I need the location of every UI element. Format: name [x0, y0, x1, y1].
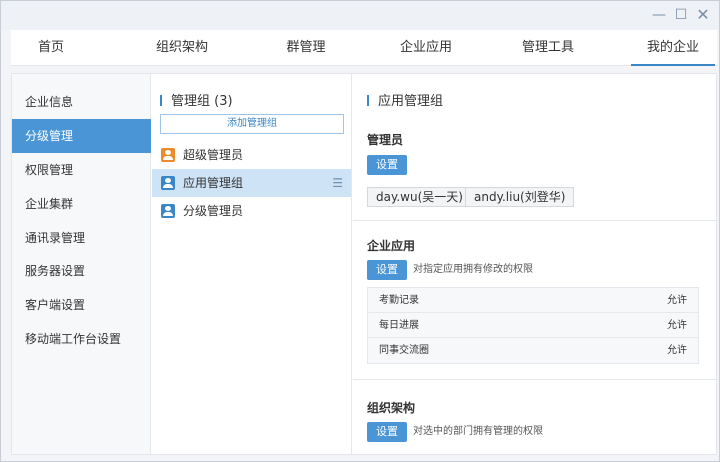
- tab-admin-tools[interactable]: 管理工具: [503, 30, 593, 66]
- group-user-icon: [161, 204, 175, 218]
- top-nav: 首页 组织架构 群管理 企业应用 管理工具 我的企业: [11, 30, 717, 66]
- title-bar: — ☐ ✕: [1, 1, 719, 30]
- header-accent-bar: [367, 95, 369, 106]
- maximize-icon[interactable]: ☐: [671, 6, 691, 24]
- sidebar-item-enterprise-cluster[interactable]: 企业集群: [12, 187, 151, 221]
- tab-home[interactable]: 首页: [21, 30, 81, 66]
- table-row: 每日进展 允许: [368, 313, 698, 338]
- app-name: 每日进展: [379, 320, 419, 331]
- group-item-tier-admin[interactable]: 分级管理员: [152, 197, 351, 225]
- group-item-label: 分级管理员: [183, 204, 244, 218]
- section-divider: [353, 220, 716, 221]
- section-divider: [353, 379, 716, 380]
- tab-my-enterprise[interactable]: 我的企业: [631, 30, 715, 66]
- sidebar: 企业信息 分级管理 权限管理 企业集群 通讯录管理 服务器设置 客户端设置 移动…: [12, 74, 151, 454]
- org-set-button[interactable]: 设置: [367, 422, 407, 442]
- app-permission: 允许: [667, 320, 687, 331]
- admin-user-tag[interactable]: andy.liu(刘登华): [465, 187, 575, 207]
- group-item-super-admin[interactable]: 超级管理员: [152, 141, 351, 169]
- tab-enterprise-apps[interactable]: 企业应用: [381, 30, 471, 66]
- group-user-icon: [161, 176, 175, 190]
- apps-set-button[interactable]: 设置: [367, 260, 407, 280]
- header-accent-bar: [160, 95, 162, 106]
- apps-section-title: 企业应用: [367, 239, 416, 253]
- tab-org-structure[interactable]: 组织架构: [137, 30, 227, 66]
- detail-header: 应用管理组: [367, 90, 443, 109]
- tab-group-management[interactable]: 群管理: [261, 30, 351, 66]
- content-area: 企业信息 分级管理 权限管理 企业集群 通讯录管理 服务器设置 客户端设置 移动…: [11, 73, 717, 455]
- table-row: 同事交流圈 允许: [368, 338, 698, 363]
- app-permission-table: 考勤记录 允许 每日进展 允许 同事交流圈 允许: [367, 287, 699, 364]
- detail-title: 应用管理组: [378, 94, 444, 109]
- add-group-button[interactable]: 添加管理组: [160, 114, 344, 134]
- app-window: — ☐ ✕ 首页 组织架构 群管理 企业应用 管理工具 我的企业 企业信息 分级…: [0, 0, 720, 462]
- close-icon[interactable]: ✕: [693, 6, 713, 24]
- sidebar-item-enterprise-info[interactable]: 企业信息: [12, 85, 151, 119]
- group-item-app-admin[interactable]: 应用管理组 ☰: [152, 169, 351, 197]
- admins-section-title: 管理员: [367, 133, 404, 147]
- group-detail-panel: 应用管理组 管理员 设置 day.wu(吴一天) andy.liu(刘登华) 企…: [353, 74, 716, 454]
- org-section-title: 组织架构: [367, 401, 416, 415]
- org-hint-text: 对选中的部门拥有管理的权限: [413, 426, 543, 437]
- group-panel-title: 管理组 (3): [171, 94, 233, 109]
- apps-hint-text: 对指定应用拥有修改的权限: [413, 264, 533, 275]
- app-name: 同事交流圈: [379, 345, 429, 356]
- sidebar-item-server-settings[interactable]: 服务器设置: [12, 254, 151, 288]
- admin-user-tag[interactable]: day.wu(吴一天): [367, 187, 472, 207]
- app-name: 考勤记录: [379, 295, 419, 306]
- admin-user-icon: [161, 148, 175, 162]
- menu-icon[interactable]: ☰: [332, 169, 343, 197]
- sidebar-item-mobile-workbench[interactable]: 移动端工作台设置: [12, 322, 151, 356]
- admin-group-panel: 管理组 (3) 添加管理组 超级管理员 应用管理组 ☰ 分级管理员: [152, 74, 352, 454]
- group-item-label: 超级管理员: [183, 148, 244, 162]
- app-permission: 允许: [667, 295, 687, 306]
- admins-set-button[interactable]: 设置: [367, 155, 407, 175]
- sidebar-item-permissions[interactable]: 权限管理: [12, 153, 151, 187]
- group-panel-header: 管理组 (3): [160, 90, 233, 109]
- sidebar-item-contacts[interactable]: 通讯录管理: [12, 221, 151, 255]
- sidebar-item-client-settings[interactable]: 客户端设置: [12, 288, 151, 322]
- table-row: 考勤记录 允许: [368, 288, 698, 313]
- sidebar-item-tiered-management[interactable]: 分级管理: [12, 119, 151, 153]
- app-permission: 允许: [667, 345, 687, 356]
- minimize-icon[interactable]: —: [649, 6, 669, 24]
- group-item-label: 应用管理组: [183, 176, 244, 190]
